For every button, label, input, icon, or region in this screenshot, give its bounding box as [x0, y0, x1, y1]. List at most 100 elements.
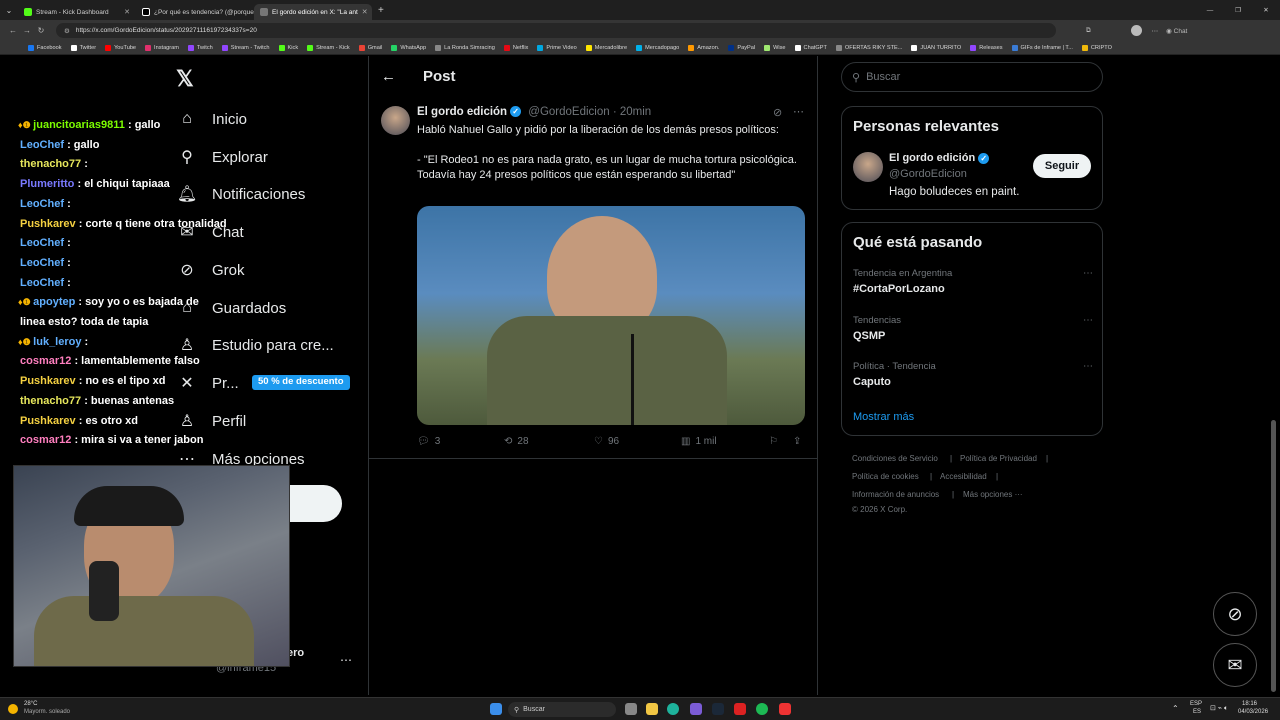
extensions-icon[interactable]: ⧉ [1086, 27, 1091, 35]
share-icon[interactable]: ⇪ [793, 436, 801, 447]
cookies-link[interactable]: Política de cookies [852, 472, 919, 481]
author-avatar[interactable] [381, 106, 410, 135]
nav-item-explore[interactable]: ⚲ Explorar [178, 148, 268, 167]
bookmark-item[interactable]: La Ronda Simracing [435, 44, 495, 51]
edge-icon[interactable] [667, 703, 679, 715]
views-button[interactable]: ▥ 1 mil [681, 436, 717, 447]
task-view-icon[interactable] [625, 703, 637, 715]
bookmark-item[interactable]: Facebook [28, 44, 62, 51]
reply-button[interactable]: 💬︎ 3 [417, 436, 440, 447]
scrollbar[interactable] [1271, 420, 1276, 692]
start-icon[interactable] [490, 703, 502, 715]
bookmark-item[interactable]: Twitch [187, 44, 213, 51]
nav-item-profile[interactable]: ♙ Perfil [178, 412, 246, 431]
taskbar-search[interactable]: ⚲ Buscar [508, 702, 616, 717]
menu-icon[interactable]: ⋯ [1152, 27, 1159, 35]
url-input[interactable]: ⚙ https://x.com/GordoEdicion/status/2029… [56, 23, 1056, 38]
person-avatar[interactable] [853, 152, 883, 182]
person-name-row[interactable]: El gordo edición ✓ [889, 152, 990, 164]
chat-username[interactable]: LeoChef [20, 198, 64, 210]
obs-icon[interactable] [690, 703, 702, 715]
close-icon[interactable]: ✕ [124, 8, 130, 16]
repost-button[interactable]: ⟲ 28 [504, 436, 529, 447]
bookmark-item[interactable]: Gmail [358, 44, 382, 51]
privacy-link[interactable]: Política de Privacidad [960, 454, 1037, 463]
chat-username[interactable]: Pushkarev [20, 375, 76, 387]
reload-icon[interactable]: ↻ [34, 26, 48, 35]
clock-time[interactable]: 18:16 [1242, 701, 1257, 707]
premium-discount-badge[interactable]: 50 % de descuento [252, 375, 350, 390]
chat-username[interactable]: LeoChef [20, 237, 64, 249]
bookmark-icon[interactable]: ⚐ [769, 436, 778, 447]
accessibility-link[interactable]: Accesibilidad [940, 472, 987, 481]
chat-username[interactable]: LeoChef [20, 277, 64, 289]
chat-username[interactable]: LeoChef [20, 139, 64, 151]
bookmark-item[interactable]: PayPal [728, 44, 755, 51]
chat-username[interactable]: Pushkarev [20, 218, 76, 230]
bookmark-item[interactable]: OFERTAS RIKY STE... [835, 44, 902, 51]
lang-top[interactable]: ESP [1190, 701, 1202, 707]
bookmark-item[interactable]: Mercadolibre [585, 44, 627, 51]
back-arrow-icon[interactable]: ← [381, 68, 396, 85]
trend-more-icon[interactable]: ⋯ [1083, 268, 1093, 279]
nav-item-notifications[interactable]: 🔔︎ Notificaciones [177, 185, 306, 204]
nav-item-home[interactable]: ⌂ Inicio [178, 110, 247, 128]
restore-icon[interactable]: ❐ [1224, 6, 1252, 14]
person-handle[interactable]: @GordoEdicion [889, 168, 967, 180]
chat-username[interactable]: juancitoarias9811 [33, 119, 125, 131]
chat-username[interactable]: LeoChef [20, 257, 64, 269]
ads-info-link[interactable]: Información de anuncios [852, 490, 939, 499]
account-menu-icon[interactable]: ⋯ [340, 653, 352, 667]
tweet-image[interactable] [417, 206, 805, 425]
bookmark-item[interactable]: CRIPTO [1081, 44, 1112, 51]
file-explorer-icon[interactable] [646, 703, 658, 715]
bookmark-item[interactable]: Prime Video [537, 44, 577, 51]
minimize-icon[interactable]: — [1196, 7, 1224, 14]
chat-username[interactable]: cosmar12 [20, 434, 71, 446]
trend-more-icon[interactable]: ⋯ [1083, 361, 1093, 372]
clock-date[interactable]: 04/03/2026 [1238, 709, 1268, 715]
trend-item[interactable]: Tendencias QSMP ⋯ [853, 315, 1093, 342]
tab-porque-tendencia[interactable]: ¿Por qué es tendencia? (@porque ✕ [136, 4, 254, 20]
trend-item[interactable]: Tendencia en Argentina #CortaPorLozano ⋯ [853, 268, 1093, 295]
tab-menu-icon[interactable]: ⌄ [0, 6, 18, 15]
bookmark-item[interactable]: Twitter [70, 44, 96, 51]
new-tab-button[interactable]: + [378, 5, 384, 16]
bookmark-item[interactable]: ChatGPT [794, 44, 827, 51]
chat-username[interactable]: cosmar12 [20, 355, 71, 367]
bookmark-item[interactable]: Stream - Kick [307, 44, 350, 51]
x-logo-icon[interactable]: 𝕏 [176, 66, 194, 92]
bookmark-item[interactable]: Mercadopago [636, 44, 679, 51]
follow-button[interactable]: Seguir [1033, 154, 1091, 178]
chat-username[interactable]: luk_leroy [33, 336, 81, 348]
back-icon[interactable]: ← [6, 26, 20, 35]
bookmark-item[interactable]: GIFs de Inframe | T... [1011, 44, 1073, 51]
nav-item-grok[interactable]: ⊘ Grok [178, 261, 244, 280]
chat-username[interactable]: thenacho77 [20, 395, 81, 407]
tab-gordo-edicion[interactable]: El gordo edición en X: "La ant ✕ [254, 4, 372, 20]
author-name[interactable]: El gordo edición [417, 106, 507, 118]
trend-item[interactable]: Política · Tendencia Caputo ⋯ [853, 361, 1093, 388]
terms-link[interactable]: Condiciones de Servicio [852, 454, 938, 463]
bookmark-item[interactable]: Netflix [503, 44, 528, 51]
copilot-icon[interactable]: ◉ Chat [1166, 27, 1187, 35]
profile-avatar[interactable] [1130, 25, 1142, 36]
bookmark-item[interactable]: Instagram [145, 44, 179, 51]
steam-icon[interactable] [712, 703, 724, 715]
bookmark-item[interactable]: Wise [764, 44, 786, 51]
close-icon[interactable]: ✕ [362, 8, 368, 16]
bookmark-item[interactable]: YouTube [105, 44, 136, 51]
trend-more-icon[interactable]: ⋯ [1083, 315, 1093, 326]
chat-username[interactable]: apoytep [33, 296, 75, 308]
bookmark-item[interactable]: Kick [278, 44, 298, 51]
bookmark-item[interactable]: Stream - Twitch [221, 44, 270, 51]
tab-kick-dashboard[interactable]: Stream - Kick Dashboard ✕ [18, 4, 136, 20]
app-icon[interactable] [779, 703, 791, 715]
spotify-icon[interactable] [756, 703, 768, 715]
forward-icon[interactable]: → [20, 26, 34, 35]
more-options-link[interactable]: Más opciones ··· [963, 490, 1023, 499]
window-close-icon[interactable]: ✕ [1252, 6, 1280, 14]
chat-username[interactable]: Pushkarev [20, 415, 76, 427]
messages-float-button[interactable]: ✉ [1213, 643, 1257, 687]
grok-float-button[interactable]: ⊘ [1213, 592, 1257, 636]
